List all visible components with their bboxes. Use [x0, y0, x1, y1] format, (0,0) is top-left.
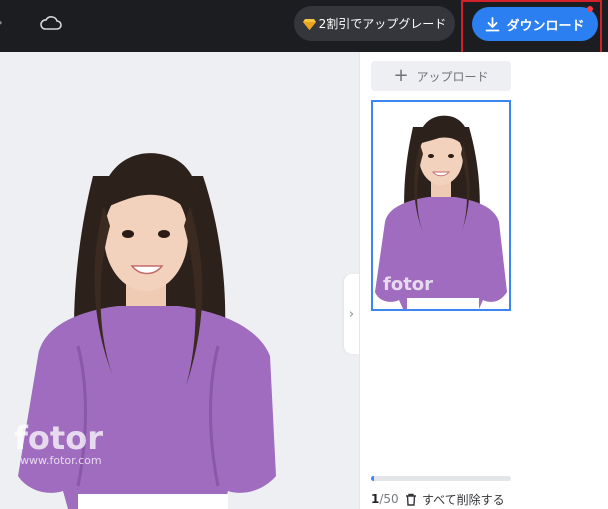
watermark-url: www.fotor.com	[20, 454, 102, 467]
upload-button[interactable]: + アップロード	[371, 61, 511, 91]
download-button[interactable]: ダウンロード	[472, 7, 598, 41]
photo-watermark: fotor www.fotor.com	[14, 422, 103, 467]
image-thumbnail[interactable]: fotor	[371, 100, 511, 311]
upgrade-button[interactable]: 2割引でアップグレード	[294, 6, 455, 41]
delete-all-button[interactable]: すべて削除する	[405, 491, 505, 508]
upload-progress-track	[371, 476, 511, 481]
trash-icon	[406, 493, 416, 506]
watermark-logo: fotor	[14, 419, 103, 457]
image-count: 1/50	[371, 492, 399, 506]
back-arrow-icon[interactable]: ›	[0, 12, 3, 33]
editor-canvas: fotor www.fotor.com	[0, 52, 359, 509]
image-count-total: /50	[379, 492, 399, 506]
gem-icon	[302, 18, 316, 30]
collapse-panel-handle[interactable]: ›	[344, 274, 359, 354]
upgrade-label: 2割引でアップグレード	[318, 17, 447, 31]
upload-progress-fill	[371, 476, 374, 481]
upload-label: アップロード	[416, 69, 489, 84]
notification-dot	[587, 6, 593, 12]
thumbnail-watermark: fotor	[383, 274, 434, 295]
delete-all-label: すべて削除する	[422, 493, 505, 507]
download-label: ダウンロード	[506, 18, 585, 34]
plus-icon: +	[393, 65, 409, 86]
download-icon	[486, 16, 500, 31]
cloud-icon[interactable]	[39, 13, 63, 33]
chevron-right-icon: ›	[348, 306, 355, 322]
top-toolbar: › 2割引でアップグレード ダウンロード	[0, 0, 608, 54]
